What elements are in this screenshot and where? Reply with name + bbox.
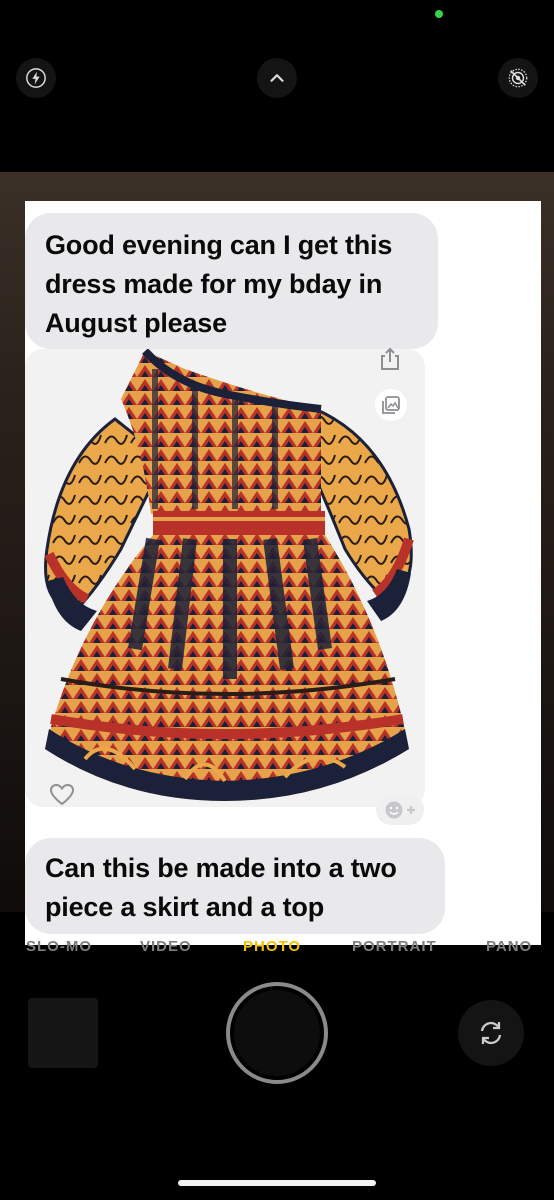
add-reaction-button[interactable]: [376, 795, 424, 825]
live-photo-off-icon: [508, 68, 528, 88]
camera-options-button[interactable]: [257, 58, 297, 98]
message-screenshot: Good evening can I get this dress made f…: [25, 201, 541, 945]
mode-photo[interactable]: PHOTO: [243, 938, 301, 955]
chevron-up-icon: [270, 74, 284, 82]
gallery-icon: [382, 396, 400, 414]
camera-in-use-indicator: [435, 10, 443, 18]
gallery-button[interactable]: [375, 389, 407, 421]
flash-button[interactable]: [16, 58, 56, 98]
live-photo-button[interactable]: [498, 58, 538, 98]
dress-photo: [25, 349, 425, 807]
add-reaction-icon: [385, 801, 415, 819]
mode-portrait[interactable]: PORTRAIT: [352, 938, 437, 955]
mode-video[interactable]: VIDEO: [140, 938, 192, 955]
shutter-inner: [234, 990, 320, 1076]
camera-mode-selector[interactable]: SLO-MO VIDEO PHOTO PORTRAIT PANO: [0, 932, 554, 962]
heart-icon[interactable]: [49, 783, 75, 807]
message-bubble: Can this be made into a two piece a skir…: [25, 838, 445, 934]
flip-camera-button[interactable]: [458, 1000, 524, 1066]
flip-camera-icon: [480, 1021, 502, 1045]
mode-slo-mo[interactable]: SLO-MO: [26, 938, 92, 955]
share-icon[interactable]: [377, 346, 403, 372]
flash-icon: [26, 68, 46, 88]
home-indicator[interactable]: [178, 1180, 376, 1186]
message-bubble: Good evening can I get this dress made f…: [25, 213, 438, 349]
shutter-button[interactable]: [226, 982, 328, 1084]
mode-pano[interactable]: PANO: [486, 938, 532, 955]
last-photo-thumbnail[interactable]: [28, 998, 98, 1068]
